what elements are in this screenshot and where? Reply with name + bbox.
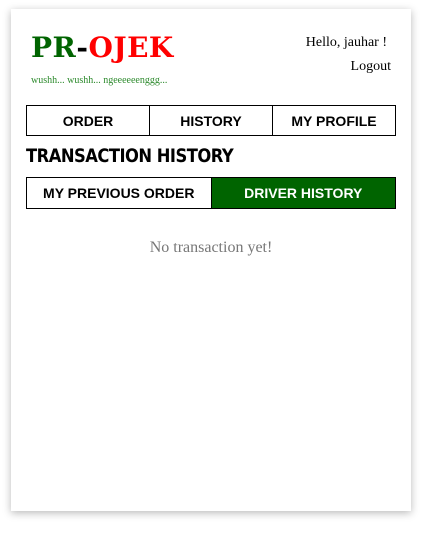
nav-item-my-profile[interactable]: MY PROFILE — [272, 106, 395, 135]
history-tabs: MY PREVIOUS ORDER DRIVER HISTORY — [26, 177, 396, 209]
logo-part-pr: PR — [31, 31, 77, 64]
nav-item-history[interactable]: HISTORY — [149, 106, 272, 135]
logout-link[interactable]: Logout — [351, 59, 391, 75]
logo-part-ojek: OJEK — [88, 31, 174, 64]
tab-driver-history[interactable]: DRIVER HISTORY — [210, 178, 395, 208]
nav-item-order[interactable]: ORDER — [27, 106, 149, 135]
empty-state-message: No transaction yet! — [149, 239, 273, 256]
user-greeting: Hello, jauhar ! — [305, 35, 387, 50]
logo-part-dash: - — [76, 31, 89, 64]
tab-my-previous-order[interactable]: MY PREVIOUS ORDER — [27, 178, 211, 208]
page-title: TRANSACTION HISTORY — [26, 145, 234, 167]
app-logo[interactable]: PR-OJEK — [31, 31, 174, 65]
main-card: PR-OJEK wushh... wushh... ngeeeeeenggg..… — [11, 9, 411, 511]
main-nav: ORDER HISTORY MY PROFILE — [26, 105, 396, 136]
tagline: wushh... wushh... ngeeeeeenggg... — [31, 75, 168, 86]
